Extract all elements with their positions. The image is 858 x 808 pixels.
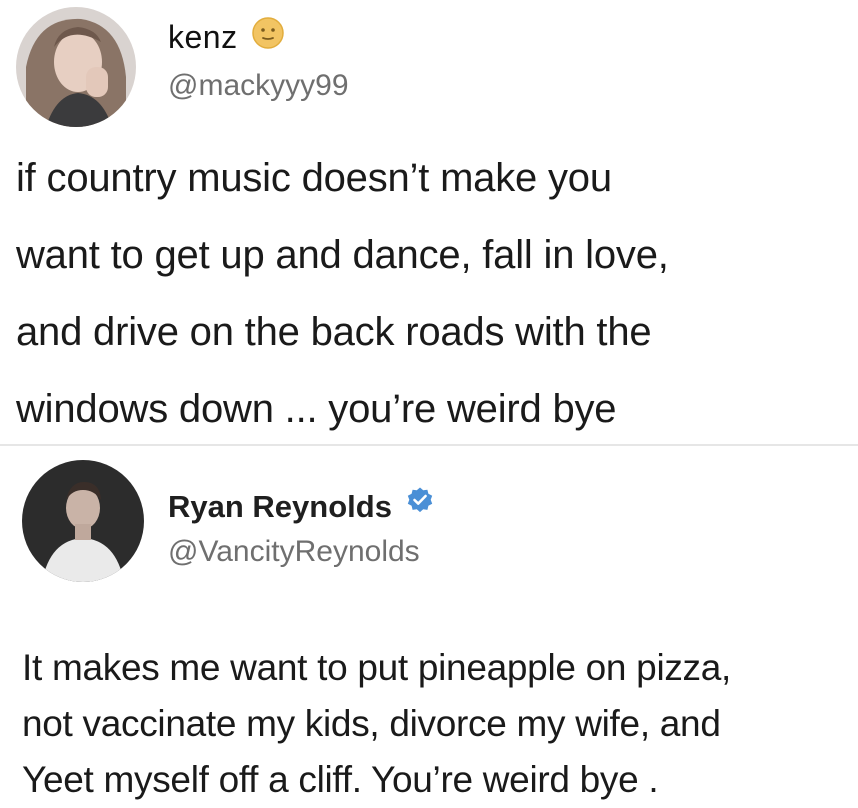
- tweet-text-line: and drive on the back roads with the: [16, 310, 652, 354]
- display-name[interactable]: kenz: [168, 16, 285, 61]
- tweet-text-line: It makes me want to put pineapple on piz…: [22, 647, 732, 688]
- tweet-text-line: if country music doesn’t make you: [16, 156, 612, 200]
- tweet-text-line: Yeet myself off a cliff. You’re weird by…: [22, 759, 659, 800]
- tweet-ryan-reynolds: Ryan Reynolds @VancityReynolds It makes …: [0, 446, 858, 802]
- verified-badge-icon: [405, 486, 435, 525]
- display-name-text: kenz: [168, 19, 238, 55]
- handle[interactable]: @mackyyy99: [168, 68, 349, 104]
- tweet-text-line: windows down ... you’re weird bye: [16, 387, 617, 431]
- avatar[interactable]: [16, 7, 136, 127]
- display-name[interactable]: Ryan Reynolds: [168, 486, 435, 528]
- avatar-photo-icon: [16, 7, 136, 127]
- tweet-kenz: kenz @mackyyy99 if country music doesn’t…: [0, 0, 858, 444]
- tweet-text-line: want to get up and dance, fall in love,: [16, 233, 669, 277]
- tweet-text: if country music doesn’t make you want t…: [16, 140, 854, 448]
- emoji-face-icon: [251, 16, 285, 58]
- display-name-text: Ryan Reynolds: [168, 489, 392, 524]
- avatar[interactable]: [22, 460, 144, 582]
- tweet-text-line: not vaccinate my kids, divorce my wife, …: [22, 703, 721, 744]
- avatar-photo-icon: [22, 460, 144, 582]
- tweet-text: It makes me want to put pineapple on piz…: [22, 640, 854, 808]
- handle[interactable]: @VancityReynolds: [168, 534, 420, 570]
